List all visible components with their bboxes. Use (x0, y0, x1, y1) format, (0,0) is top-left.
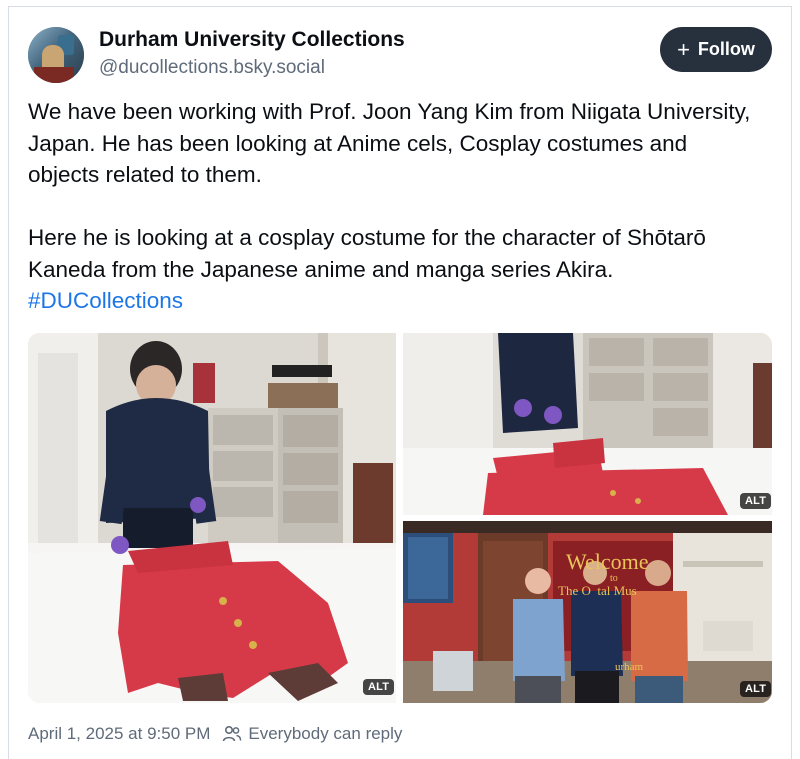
post-paragraph-2: Here he is looking at a cosplay costume … (28, 222, 758, 317)
author-handle[interactable]: @ducollections.bsky.social (99, 57, 325, 79)
post-footer: April 1, 2025 at 9:50 PM Everybody can r… (28, 724, 402, 744)
post-paragraph-1: We have been working with Prof. Joon Yan… (28, 99, 751, 187)
alt-badge[interactable]: ALT (740, 493, 772, 509)
author-name[interactable]: Durham University Collections (99, 28, 405, 52)
follow-label: Follow (697, 39, 755, 59)
avatar[interactable] (28, 27, 84, 83)
welcome-sign: Welcome (566, 549, 649, 574)
post-timestamp[interactable]: April 1, 2025 at 9:50 PM (28, 724, 210, 744)
post-text: We have been working with Prof. Joon Yan… (28, 96, 758, 317)
people-icon (223, 725, 242, 742)
alt-badge[interactable]: ALT (740, 681, 772, 697)
follow-button[interactable]: + Follow (660, 27, 772, 72)
reply-setting-label: Everybody can reply (248, 724, 403, 743)
reply-setting[interactable]: Everybody can reply (222, 724, 402, 744)
image-gallery: ALT ALT Welcome to The O tal Mus urham A… (28, 333, 772, 703)
plus-icon: + (677, 36, 690, 62)
hashtag-link[interactable]: #DUCollections (28, 288, 183, 313)
gallery-image-3[interactable]: Welcome to The O tal Mus urham ALT (403, 521, 772, 703)
alt-badge[interactable]: ALT (363, 679, 395, 695)
durham-sign: urham (615, 661, 644, 673)
gallery-image-2[interactable]: ALT (403, 333, 772, 515)
welcome-sign-sub: The O tal Mus (558, 583, 637, 598)
post-paragraph-2-text: Here he is looking at a cosplay costume … (28, 225, 706, 282)
costume-detail-photo (403, 333, 772, 515)
costume-inspection-photo (28, 333, 396, 703)
gallery-image-1[interactable]: ALT (28, 333, 396, 703)
